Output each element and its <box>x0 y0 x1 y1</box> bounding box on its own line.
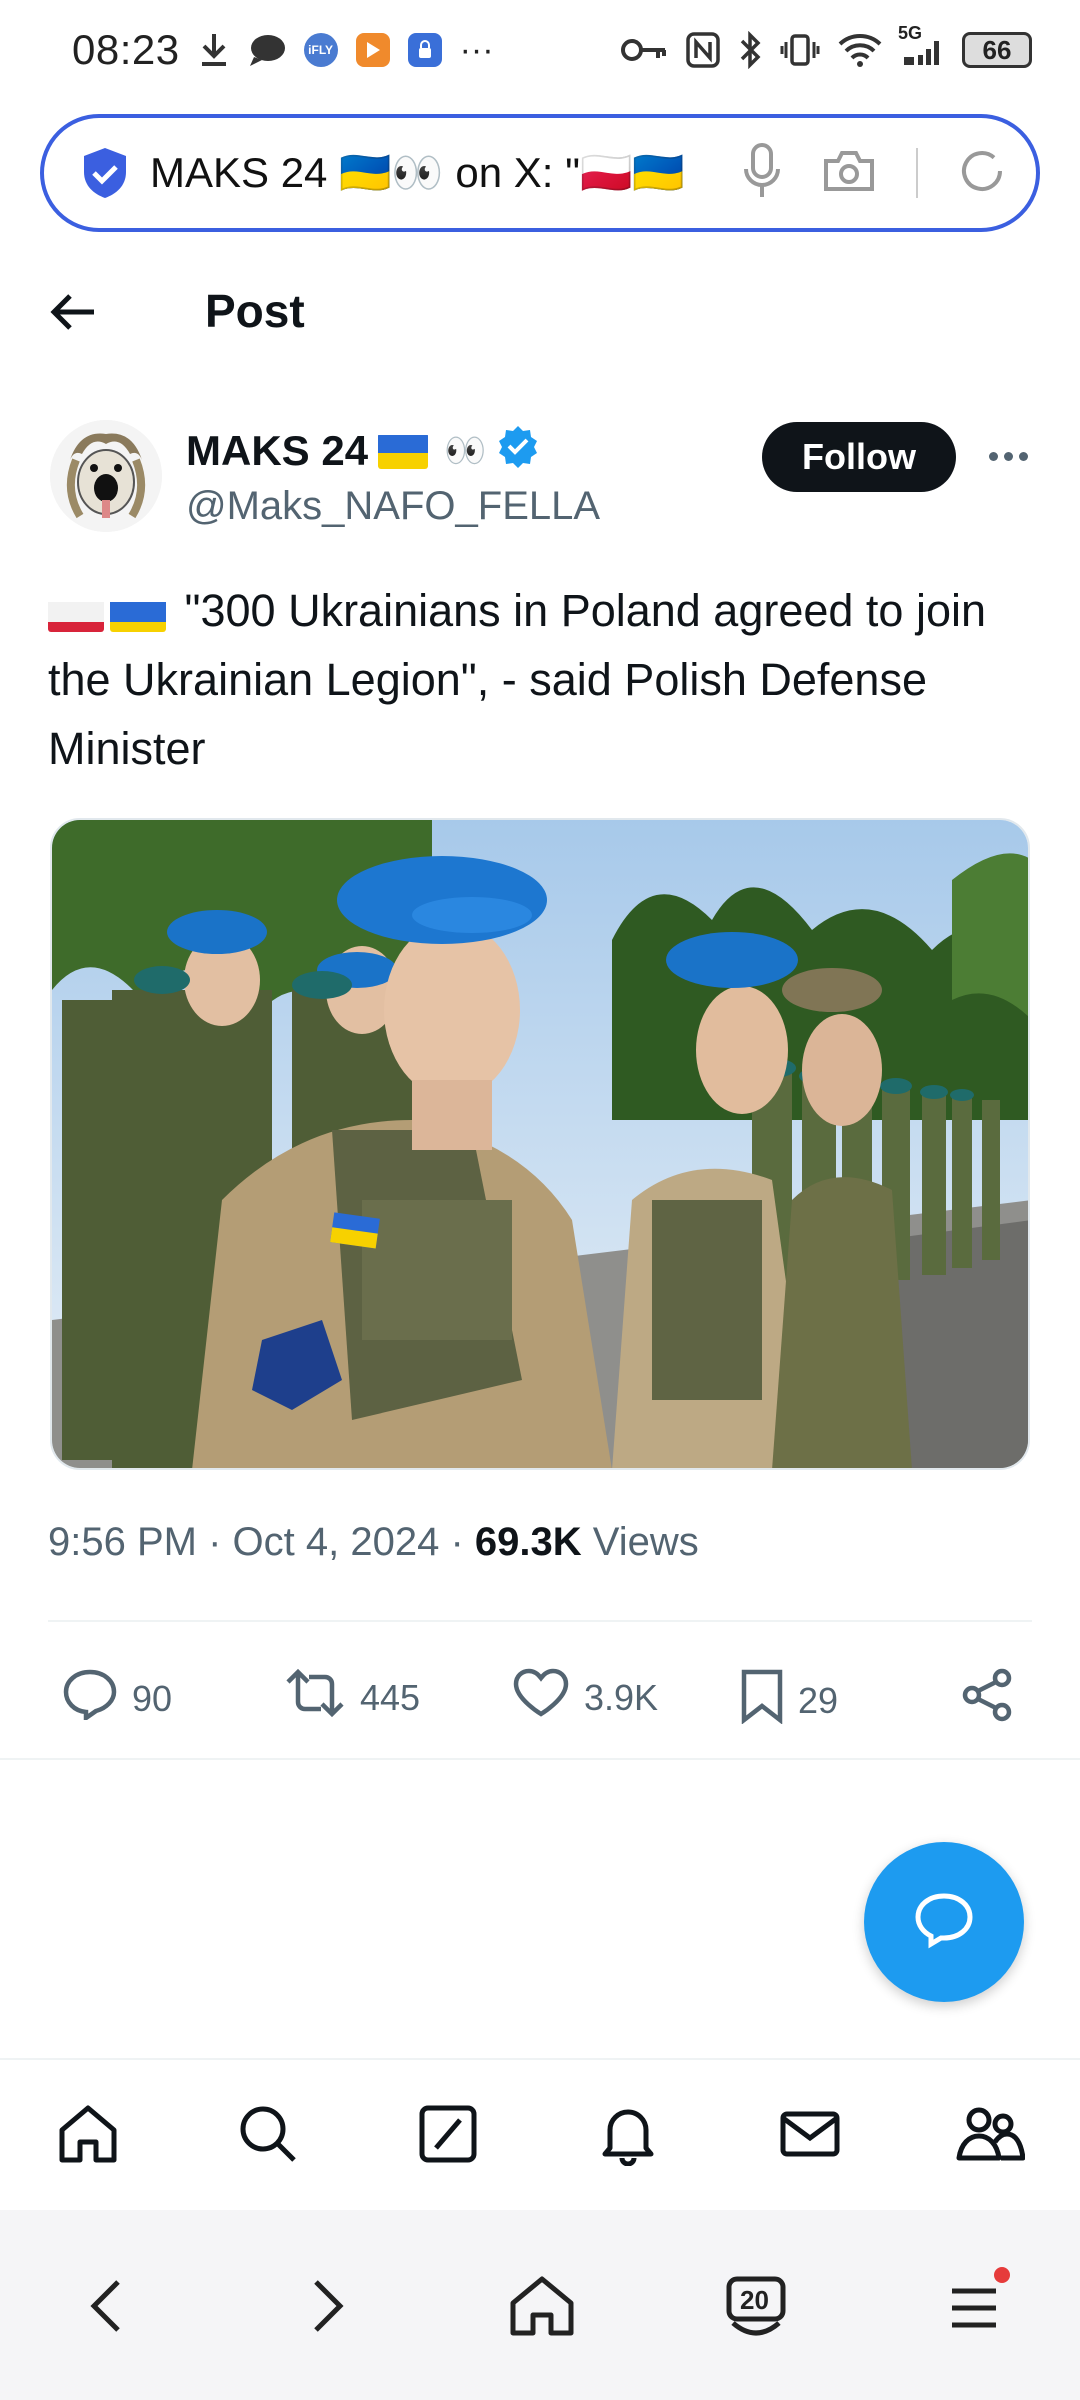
nfc-icon <box>686 32 720 68</box>
compose-reply-button[interactable] <box>864 1842 1024 2002</box>
bluetooth-icon <box>738 31 762 69</box>
page-title: Post <box>205 285 305 337</box>
meta-separator: · <box>450 1520 464 1564</box>
refresh-icon[interactable] <box>958 147 1006 200</box>
verified-badge-icon <box>496 424 540 478</box>
views-count[interactable]: 69.3K <box>475 1520 582 1564</box>
browser-back-button[interactable] <box>66 2268 146 2348</box>
views-label: Views <box>592 1520 699 1564</box>
chevron-right-icon <box>308 2276 348 2341</box>
download-icon <box>198 32 230 68</box>
search-icon <box>236 2102 300 2171</box>
tweet-meta: 9:56 PM · Oct 4, 2024 · 69.3K Views <box>48 1520 699 1565</box>
mail-icon <box>778 2102 842 2171</box>
meta-separator: · <box>208 1520 222 1564</box>
browser-home-button[interactable] <box>502 2268 582 2348</box>
bookmark-count: 29 <box>798 1679 839 1721</box>
tweet-text: "300 Ukrainians in Poland agreed to join… <box>48 576 1038 783</box>
author-name-text[interactable]: MAKS 24 <box>186 427 368 475</box>
url-bar[interactable]: MAKS 24 🇺🇦👀 on X: "🇵🇱🇺🇦 <box>40 114 1040 232</box>
divider <box>0 1758 1080 1760</box>
bookmark-icon <box>740 1668 784 1733</box>
status-time: 08:23 <box>72 26 180 73</box>
search-tab[interactable] <box>232 2100 304 2172</box>
vibrate-icon <box>780 32 820 68</box>
avatar[interactable] <box>50 420 162 532</box>
divider <box>48 1620 1032 1622</box>
communities-tab[interactable] <box>954 2100 1026 2172</box>
cell-signal-icon: 5G <box>898 23 944 67</box>
tweet-date: Oct 4, 2024 <box>232 1520 440 1564</box>
url-text[interactable]: MAKS 24 🇺🇦👀 on X: "🇵🇱🇺🇦 <box>150 149 742 198</box>
browser-toolbar: 20 <box>0 2210 1080 2400</box>
home-icon <box>56 2102 120 2171</box>
url-actions <box>742 142 1006 204</box>
like-button[interactable]: 3.9K <box>512 1668 658 1727</box>
reply-button[interactable]: 90 <box>62 1668 172 1729</box>
menu-icon <box>946 2267 1010 2333</box>
player-app-icon <box>355 33 390 67</box>
bell-icon <box>596 2102 660 2171</box>
tweet-body: "300 Ukrainians in Poland agreed to join… <box>48 585 987 774</box>
soldiers-photo <box>52 820 1028 1468</box>
browser-tabs-button[interactable]: 20 <box>716 2268 796 2348</box>
battery-indicator: 66 <box>962 32 1032 68</box>
home-icon <box>507 2273 577 2344</box>
notifications-tab[interactable] <box>592 2100 664 2172</box>
ukraine-flag-icon <box>110 592 166 632</box>
tweet-time: 9:56 PM <box>48 1520 197 1564</box>
bookmark-button[interactable]: 29 <box>740 1668 838 1733</box>
like-count: 3.9K <box>584 1676 659 1718</box>
url-divider <box>916 148 918 198</box>
ukraine-flag-icon <box>378 433 429 469</box>
chevron-left-icon <box>86 2276 126 2341</box>
repost-icon <box>284 1668 346 1727</box>
back-arrow-icon[interactable] <box>48 287 98 337</box>
share-button[interactable] <box>960 1668 1014 1731</box>
heart-icon <box>512 1668 570 1727</box>
grok-icon <box>416 2102 480 2171</box>
repost-button[interactable]: 445 <box>284 1668 420 1727</box>
grok-tab[interactable] <box>412 2100 484 2172</box>
ifly-app-icon: iFLY <box>303 33 338 67</box>
reply-count: 90 <box>132 1677 173 1719</box>
more-notifications-icon: ··· <box>459 30 494 69</box>
browser-forward-button[interactable] <box>288 2268 368 2348</box>
post-header: Post <box>0 262 1080 362</box>
tabs-count: 20 <box>740 2285 769 2315</box>
status-bar: 08:23 iFLY ··· 5G 66 <box>0 0 1080 100</box>
wifi-icon <box>838 32 882 68</box>
tweet-actions: 90 445 3.9K 29 <box>60 1658 1040 1728</box>
poland-flag-icon <box>48 592 104 632</box>
browser-menu-button[interactable] <box>934 2267 1014 2348</box>
author-name[interactable]: MAKS 24 👀 <box>186 424 540 478</box>
status-left: 08:23 iFLY ··· <box>72 26 494 74</box>
chat-bubble-icon <box>248 33 286 67</box>
repost-count: 445 <box>360 1676 421 1718</box>
notification-dot <box>994 2267 1010 2283</box>
microphone-icon[interactable] <box>742 142 782 204</box>
key-icon <box>620 35 668 65</box>
tabs-icon: 20 <box>723 2275 789 2341</box>
home-tab[interactable] <box>52 2100 124 2172</box>
reply-icon <box>62 1668 118 1729</box>
shield-check-icon <box>80 146 130 200</box>
page: 08:23 iFLY ··· 5G 66 MAKS 24 🇺🇦👀 on X: "… <box>0 0 1080 2400</box>
messages-tab[interactable] <box>774 2100 846 2172</box>
lock-app-icon <box>407 33 442 67</box>
reply-bubble-icon <box>912 1890 976 1955</box>
share-icon <box>960 1668 1014 1731</box>
camera-icon[interactable] <box>822 149 876 198</box>
author-handle[interactable]: @Maks_NAFO_FELLA <box>186 484 600 529</box>
network-type-label: 5G <box>898 23 923 43</box>
bottom-tab-bar <box>0 2058 1080 2210</box>
more-options-icon[interactable] <box>984 436 1032 476</box>
tweet-photo[interactable] <box>50 818 1030 1470</box>
eyes-emoji: 👀 <box>444 432 487 470</box>
people-icon <box>955 2102 1026 2171</box>
status-right: 5G 66 <box>620 23 1032 69</box>
follow-button[interactable]: Follow <box>762 422 956 492</box>
